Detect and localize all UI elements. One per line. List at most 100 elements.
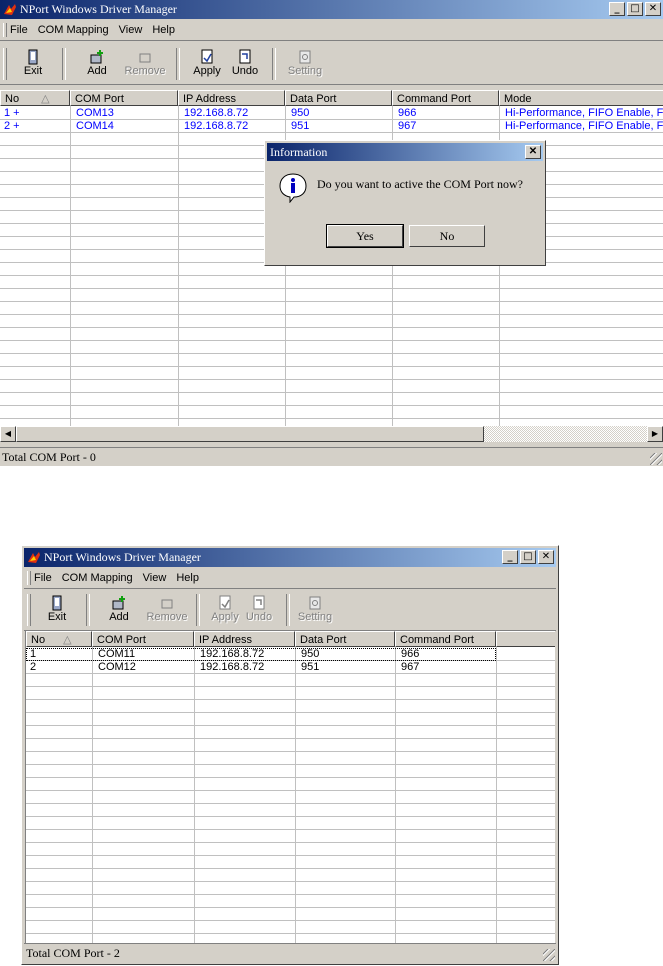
menu-file[interactable]: File bbox=[10, 20, 28, 40]
dialog-message: Do you want to active the COM Port now? bbox=[317, 177, 523, 191]
apply-icon bbox=[201, 49, 213, 64]
column-header-data-port[interactable]: Data Port bbox=[295, 631, 395, 647]
grid-line bbox=[0, 405, 663, 406]
menu-com-mapping[interactable]: COM Mapping bbox=[38, 20, 109, 40]
cell-no: 2 bbox=[30, 661, 37, 673]
information-dialog: Information ✕ Do you want to active the … bbox=[264, 140, 546, 266]
grid-line bbox=[0, 418, 663, 419]
grid-line bbox=[26, 881, 555, 882]
grid-line bbox=[26, 790, 555, 791]
app-icon bbox=[4, 4, 16, 15]
yes-button[interactable]: Yes bbox=[326, 224, 404, 248]
cell-command-port: 967 bbox=[398, 120, 417, 132]
setting-button[interactable]: Setting bbox=[292, 593, 338, 627]
remove-button[interactable]: Remove bbox=[144, 593, 190, 627]
column-header-mode[interactable]: Mode bbox=[499, 90, 663, 106]
column-header-com-port[interactable]: COM Port bbox=[92, 631, 194, 647]
cell-data-port: 950 bbox=[301, 648, 320, 660]
undo-icon bbox=[239, 49, 251, 64]
no-button[interactable]: No bbox=[409, 225, 485, 247]
close-button[interactable]: ✕ bbox=[538, 550, 554, 564]
undo-icon bbox=[253, 595, 265, 610]
minimize-button[interactable]: _ bbox=[502, 550, 518, 564]
toolbar-grip bbox=[27, 594, 31, 626]
table-row[interactable]: 1 + COM13 192.168.8.72 950 966 Hi-Perfor… bbox=[0, 107, 663, 120]
cell-data-port: 951 bbox=[301, 661, 320, 673]
resize-grip[interactable] bbox=[650, 453, 662, 465]
menu-help[interactable]: Help bbox=[152, 20, 175, 40]
grid-line bbox=[26, 751, 555, 752]
grid-line bbox=[0, 275, 663, 276]
table-row[interactable]: 2 COM12 192.168.8.72 951 967 bbox=[26, 661, 496, 674]
minimize-button[interactable]: _ bbox=[609, 2, 625, 16]
menu-com-mapping[interactable]: COM Mapping bbox=[62, 568, 133, 588]
grid-line bbox=[26, 907, 555, 908]
dialog-title: Information bbox=[270, 145, 328, 159]
resize-grip[interactable] bbox=[543, 949, 555, 961]
toolbar-grip bbox=[3, 48, 7, 80]
grid-line bbox=[26, 855, 555, 856]
column-header-no[interactable]: No △ bbox=[26, 631, 92, 647]
toolbar-separator bbox=[196, 594, 200, 626]
column-header-ip-address[interactable]: IP Address bbox=[194, 631, 295, 647]
maximize-button[interactable]: □ bbox=[627, 2, 643, 16]
cell-com-port: COM13 bbox=[76, 107, 114, 119]
scroll-right-button[interactable]: ▶ bbox=[647, 426, 663, 442]
information-icon bbox=[279, 173, 307, 203]
toolbar-separator bbox=[286, 594, 290, 626]
menu-view[interactable]: View bbox=[119, 20, 143, 40]
menu-help[interactable]: Help bbox=[176, 568, 199, 588]
add-button[interactable]: Add bbox=[96, 593, 142, 627]
menu-grip bbox=[3, 23, 7, 37]
column-header-com-port[interactable]: COM Port bbox=[70, 90, 178, 106]
cell-ip-address: 192.168.8.72 bbox=[200, 648, 265, 660]
apply-icon bbox=[219, 595, 231, 610]
grid-line bbox=[26, 764, 555, 765]
bottom-window: NPort Windows Driver Manager _ □ ✕ File … bbox=[21, 545, 559, 965]
status-text: Total COM Port - 2 bbox=[26, 946, 120, 960]
undo-button[interactable]: Undo bbox=[222, 47, 268, 81]
bottom-toolbar: Exit Add Remove Apply Undo Setting bbox=[24, 590, 556, 631]
undo-button[interactable]: Undo bbox=[236, 593, 282, 627]
status-text: Total COM Port - 0 bbox=[2, 450, 96, 464]
exit-button[interactable]: Exit bbox=[10, 47, 56, 81]
maximize-button[interactable]: □ bbox=[520, 550, 536, 564]
column-header-command-port[interactable]: Command Port bbox=[392, 90, 499, 106]
cell-ip-address: 192.168.8.72 bbox=[184, 120, 249, 132]
column-header-no[interactable]: No △ bbox=[0, 90, 70, 106]
column-header-command-port[interactable]: Command Port bbox=[395, 631, 496, 647]
grid-line bbox=[26, 777, 555, 778]
table-row[interactable]: 1 COM11 192.168.8.72 950 966 bbox=[26, 648, 496, 661]
menu-view[interactable]: View bbox=[143, 568, 167, 588]
menu-file[interactable]: File bbox=[34, 568, 52, 588]
column-header-data-port[interactable]: Data Port bbox=[285, 90, 392, 106]
scroll-left-button[interactable]: ◀ bbox=[0, 426, 16, 442]
exit-button[interactable]: Exit bbox=[34, 593, 80, 627]
toolbar-separator bbox=[86, 594, 90, 626]
bottom-port-list[interactable]: No △ COM Port IP Address Data Port Comman… bbox=[25, 630, 555, 943]
column-header-ip-address[interactable]: IP Address bbox=[178, 90, 285, 106]
horizontal-scrollbar[interactable]: ◀ ▶ bbox=[0, 426, 663, 442]
grid-line bbox=[26, 933, 555, 934]
grid-line bbox=[26, 816, 555, 817]
cell-data-port: 951 bbox=[291, 120, 310, 132]
exit-icon bbox=[28, 49, 38, 65]
bottom-title-bar[interactable]: NPort Windows Driver Manager _ □ ✕ bbox=[24, 548, 556, 567]
dialog-title-bar[interactable]: Information ✕ bbox=[267, 143, 543, 161]
toolbar-separator bbox=[176, 48, 180, 80]
scroll-track[interactable] bbox=[16, 426, 647, 442]
dialog-close-button[interactable]: ✕ bbox=[525, 145, 541, 159]
setting-button[interactable]: Setting bbox=[282, 47, 328, 81]
cell-ip-address: 192.168.8.72 bbox=[200, 661, 265, 673]
app-icon bbox=[28, 552, 40, 563]
table-row[interactable]: 2 + COM14 192.168.8.72 951 967 Hi-Perfor… bbox=[0, 120, 663, 133]
remove-button[interactable]: Remove bbox=[122, 47, 168, 81]
grid-line bbox=[0, 314, 663, 315]
scroll-thumb[interactable] bbox=[16, 426, 484, 442]
add-button[interactable]: Add bbox=[74, 47, 120, 81]
cell-no: 1 + bbox=[4, 107, 20, 119]
setting-icon bbox=[309, 596, 321, 610]
top-title-bar[interactable]: NPort Windows Driver Manager _ □ ✕ bbox=[0, 0, 663, 19]
close-button[interactable]: ✕ bbox=[645, 2, 661, 16]
top-toolbar: Exit Add Remove Apply Undo Setting bbox=[0, 44, 663, 85]
